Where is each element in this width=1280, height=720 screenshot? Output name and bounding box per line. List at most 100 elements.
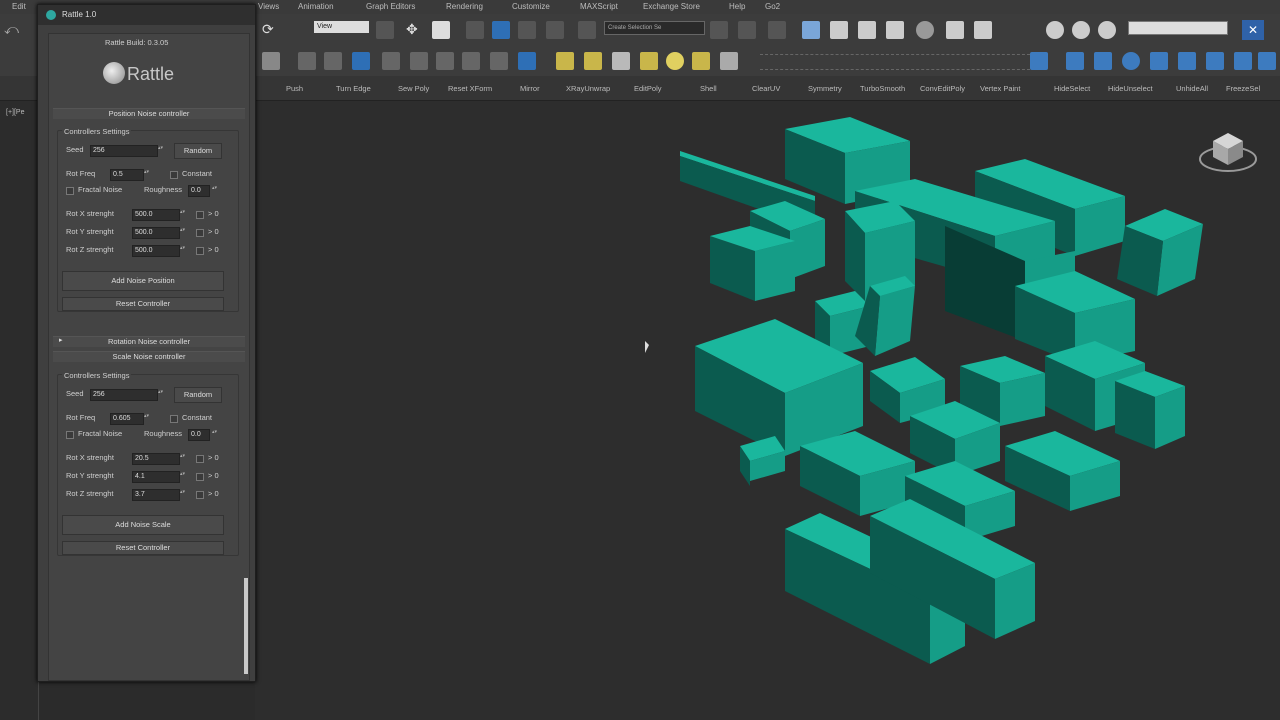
- position-reset-controller-button[interactable]: Reset Controller: [62, 297, 224, 311]
- symmetry-button[interactable]: Symmetry: [808, 84, 842, 93]
- turbosmooth-button[interactable]: TurboSmooth: [860, 84, 905, 93]
- schematic-icon[interactable]: [830, 21, 848, 39]
- bulb-icon[interactable]: [666, 52, 684, 70]
- position-y-spinner-icon[interactable]: ▴▾: [180, 227, 185, 237]
- menu-animation[interactable]: Animation: [298, 2, 334, 11]
- scale-z-spinner-icon[interactable]: ▴▾: [180, 489, 185, 499]
- scale-seed-spinner-icon[interactable]: ▴▾: [158, 389, 163, 399]
- percent-snap-icon[interactable]: [518, 21, 536, 39]
- scale-roughness-field[interactable]: 0.0: [188, 429, 210, 441]
- scale-reset-controller-button[interactable]: Reset Controller: [62, 541, 224, 555]
- scale-x-spinner-icon[interactable]: ▴▾: [180, 453, 185, 463]
- viewport[interactable]: .t{fill:#159d87;} .s{fill:#0b5b4f;} .d{f…: [255, 101, 1280, 720]
- xy-icon[interactable]: [518, 52, 536, 70]
- edit-named-icon[interactable]: [578, 21, 596, 39]
- view-dropdown[interactable]: View: [314, 21, 369, 33]
- position-x-field[interactable]: 500.0: [132, 209, 180, 221]
- position-fractal-checkbox[interactable]: [66, 187, 74, 195]
- menu-graph-editors[interactable]: Graph Editors: [366, 2, 415, 11]
- tool-h-icon[interactable]: [490, 52, 508, 70]
- clearuv-button[interactable]: ClearUV: [752, 84, 780, 93]
- position-rotfreq-spinner-icon[interactable]: ▴▾: [144, 169, 149, 179]
- pivot-icon[interactable]: [376, 21, 394, 39]
- position-seed-field[interactable]: 256: [90, 145, 158, 157]
- tool-a-icon[interactable]: [262, 52, 280, 70]
- select-mode-icon[interactable]: [352, 52, 370, 70]
- position-x-checkbox[interactable]: [196, 211, 204, 219]
- tool-q-icon[interactable]: [1206, 52, 1224, 70]
- rattle-titlebar[interactable]: Rattle 1.0: [38, 5, 255, 25]
- scale-rotfreq-field[interactable]: 0.605: [110, 413, 144, 425]
- render-icon[interactable]: [974, 21, 992, 39]
- position-z-spinner-icon[interactable]: ▴▾: [180, 245, 185, 255]
- menu-customize[interactable]: Customize: [512, 2, 550, 11]
- hideselect-button[interactable]: HideSelect: [1054, 84, 1090, 93]
- vertex-paint-button[interactable]: Vertex Paint: [980, 84, 1020, 93]
- rattle-window[interactable]: Rattle 1.0 Rattle Build: 0.3.05 Rattle P…: [37, 4, 256, 682]
- position-y-checkbox[interactable]: [196, 229, 204, 237]
- snap-icon[interactable]: [466, 21, 484, 39]
- menu-edit[interactable]: Edit: [12, 2, 26, 11]
- add-noise-position-button[interactable]: Add Noise Position: [62, 271, 224, 291]
- add-noise-scale-button[interactable]: Add Noise Scale: [62, 515, 224, 535]
- rattle-scrollbar[interactable]: [244, 578, 248, 674]
- light-icon-1[interactable]: [556, 52, 574, 70]
- scale-z-checkbox[interactable]: [196, 491, 204, 499]
- tool-p-icon[interactable]: [1178, 52, 1196, 70]
- editpoly-button[interactable]: EditPoly: [634, 84, 662, 93]
- position-rollout-header[interactable]: Position Noise controller: [53, 108, 245, 119]
- snap-row[interactable]: [760, 54, 1030, 70]
- selection-set-field[interactable]: Create Selection Se: [604, 21, 705, 35]
- tool-l-icon[interactable]: [1066, 52, 1084, 70]
- teapot-icon[interactable]: [916, 21, 934, 39]
- tool-b-icon[interactable]: [298, 52, 316, 70]
- rotation-rollout-header[interactable]: Rotation Noise controller: [53, 336, 245, 347]
- scale-constant-checkbox[interactable]: [170, 415, 178, 423]
- freezesel-button[interactable]: FreezeSel: [1226, 84, 1260, 93]
- xrayunwrap-button[interactable]: XRayUnwrap: [566, 84, 610, 93]
- position-roughness-spinner-icon[interactable]: ▴▾: [212, 185, 217, 195]
- menu-exchange-store[interactable]: Exchange Store: [643, 2, 700, 11]
- tool-m-icon[interactable]: [1094, 52, 1112, 70]
- tool-c-icon[interactable]: [324, 52, 342, 70]
- shell-button[interactable]: Shell: [700, 84, 717, 93]
- sew-poly-button[interactable]: Sew Poly: [398, 84, 429, 93]
- reset-xform-button[interactable]: Reset XForm: [448, 84, 492, 93]
- position-y-field[interactable]: 500.0: [132, 227, 180, 239]
- menu-maxscript[interactable]: MAXScript: [580, 2, 618, 11]
- scale-fractal-checkbox[interactable]: [66, 431, 74, 439]
- turn-edge-button[interactable]: Turn Edge: [336, 84, 371, 93]
- scale-y-spinner-icon[interactable]: ▴▾: [180, 471, 185, 481]
- tool-o-icon[interactable]: [1150, 52, 1168, 70]
- tool-d-icon[interactable]: [382, 52, 400, 70]
- tool-i-icon[interactable]: [692, 52, 710, 70]
- unhideall-button[interactable]: UnhideAll: [1176, 84, 1208, 93]
- light-icon-3[interactable]: [612, 52, 630, 70]
- position-random-button[interactable]: Random: [174, 143, 222, 159]
- named-dropdown[interactable]: [1128, 21, 1228, 35]
- tool-icon-3[interactable]: [1098, 21, 1116, 39]
- scale-random-button[interactable]: Random: [174, 387, 222, 403]
- move-icon[interactable]: ✥: [406, 21, 424, 39]
- viewport-label[interactable]: [+][Pe: [6, 109, 24, 116]
- camera-icon[interactable]: [432, 21, 450, 39]
- menu-rendering[interactable]: Rendering: [446, 2, 483, 11]
- light-icon-4[interactable]: [640, 52, 658, 70]
- menu-views[interactable]: Views: [258, 2, 279, 11]
- tool-e-icon[interactable]: [410, 52, 428, 70]
- angle-snap-icon[interactable]: [492, 21, 510, 39]
- scale-y-checkbox[interactable]: [196, 473, 204, 481]
- position-roughness-field[interactable]: 0.0: [188, 185, 210, 197]
- conveditpoly-button[interactable]: ConvEditPoly: [920, 84, 965, 93]
- scale-rotfreq-spinner-icon[interactable]: ▴▾: [144, 413, 149, 423]
- position-rotfreq-field[interactable]: 0.5: [110, 169, 144, 181]
- spinner-snap-icon[interactable]: [546, 21, 564, 39]
- position-constant-checkbox[interactable]: [170, 171, 178, 179]
- scale-roughness-spinner-icon[interactable]: ▴▾: [212, 429, 217, 439]
- mirror-button[interactable]: Mirror: [520, 84, 540, 93]
- tool-j-icon[interactable]: [720, 52, 738, 70]
- viewcube-icon[interactable]: [1199, 133, 1257, 172]
- tool-s-icon[interactable]: [1258, 52, 1276, 70]
- tool-icon-2[interactable]: [1072, 21, 1090, 39]
- align-icon[interactable]: [738, 21, 756, 39]
